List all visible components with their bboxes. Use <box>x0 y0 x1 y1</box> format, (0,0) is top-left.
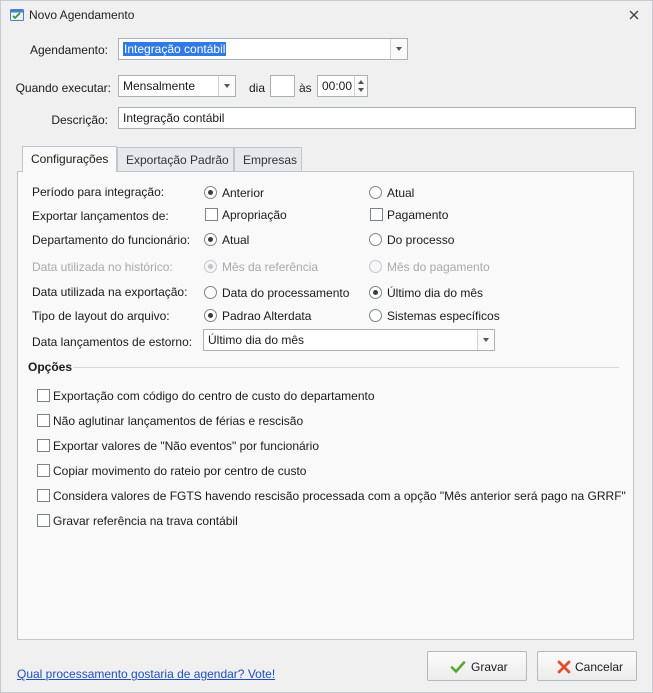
radio-departamento-processo[interactable] <box>369 233 382 246</box>
checkbox-opcao-nao-aglutinar[interactable] <box>37 414 50 427</box>
descricao-value: Integração contábil <box>123 111 225 125</box>
estorno-combo[interactable]: Último dia do mês <box>203 329 495 351</box>
radio-periodo-anterior[interactable] <box>204 186 217 199</box>
as-label: às <box>299 81 312 95</box>
departamento-atual-label: Atual <box>222 233 250 247</box>
dialog-window: Novo Agendamento Agendamento: Integração… <box>0 0 653 693</box>
agendamento-value: Integração contábil <box>123 42 227 56</box>
radio-periodo-atual[interactable] <box>369 186 382 199</box>
title-bar: Novo Agendamento <box>1 1 652 29</box>
opcoes-divider <box>73 367 619 368</box>
tab-configuracoes[interactable]: Configurações <box>22 146 117 172</box>
padrao-alterdata-label: Padrao Alterdata <box>222 309 312 323</box>
spin-down-icon[interactable] <box>358 88 364 92</box>
tab-label: Empresas <box>243 153 298 167</box>
checkbox-opcao-rateio[interactable] <box>37 464 50 477</box>
estorno-value: Último dia do mês <box>208 333 305 347</box>
checkbox-opcao-trava-contabil[interactable] <box>37 514 50 527</box>
hora-value: 00:00 <box>322 79 353 93</box>
cancel-button-label: Cancelar <box>575 660 624 674</box>
cross-icon <box>557 660 571 674</box>
apropriacao-label: Apropriação <box>222 208 287 222</box>
agendamento-combo[interactable]: Integração contábil <box>118 38 408 60</box>
checkbox-opcao-centro-custo[interactable] <box>37 389 50 402</box>
opcao-trava-contabil-label: Gravar referência na trava contábil <box>53 514 238 528</box>
opcao-nao-aglutinar-label: Não aglutinar lançamentos de férias e re… <box>53 414 304 428</box>
app-icon <box>10 9 24 21</box>
pagamento-label: Pagamento <box>387 208 449 222</box>
hora-input[interactable]: 00:00 <box>317 75 368 97</box>
quando-executar-label: Quando executar: <box>15 81 111 95</box>
data-historico-label: Data utilizada no histórico: <box>32 260 173 274</box>
radio-mes-pagamento <box>369 260 382 273</box>
window-title: Novo Agendamento <box>29 8 135 22</box>
radio-mes-referencia <box>204 260 217 273</box>
tab-exportacao-padrao[interactable]: Exportação Padrão <box>117 147 234 172</box>
mes-referencia-label: Mês da referência <box>222 260 319 274</box>
opcoes-heading: Opções <box>28 360 73 374</box>
opcao-fgts-label: Considera valores de FGTS havendo rescis… <box>53 489 626 503</box>
tab-label: Configurações <box>31 152 109 166</box>
checkmark-icon <box>450 661 466 673</box>
chevron-down-icon[interactable] <box>477 330 494 350</box>
tab-empresas[interactable]: Empresas <box>234 147 302 172</box>
vote-link[interactable]: Qual processamento gostaria de agendar? … <box>17 667 275 681</box>
time-spinner[interactable] <box>354 76 367 96</box>
opcao-centro-custo-label: Exportação com código do centro de custo… <box>53 389 375 403</box>
periodo-label: Período para integração: <box>32 185 165 199</box>
checkbox-apropriacao[interactable] <box>205 208 218 221</box>
radio-data-processamento[interactable] <box>204 286 217 299</box>
ultimo-dia-mes-label: Último dia do mês <box>387 286 484 300</box>
radio-ultimo-dia-mes[interactable] <box>369 286 382 299</box>
checkbox-opcao-fgts[interactable] <box>37 489 50 502</box>
data-exportacao-label: Data utilizada na exportação: <box>32 285 188 299</box>
save-button[interactable]: Gravar <box>427 651 527 681</box>
exportar-lancamentos-label: Exportar lançamentos de: <box>32 209 169 223</box>
departamento-processo-label: Do processo <box>387 233 455 247</box>
frequencia-combo[interactable]: Mensalmente <box>118 75 236 97</box>
chevron-down-icon[interactable] <box>390 39 407 59</box>
descricao-label: Descrição: <box>51 113 108 127</box>
save-button-label: Gravar <box>471 660 508 674</box>
radio-departamento-atual[interactable] <box>204 233 217 246</box>
cancel-button[interactable]: Cancelar <box>537 651 637 681</box>
checkbox-pagamento[interactable] <box>370 208 383 221</box>
descricao-input[interactable]: Integração contábil <box>118 107 636 129</box>
frequencia-value: Mensalmente <box>123 79 196 93</box>
periodo-atual-label: Atual <box>387 186 415 200</box>
tipo-layout-label: Tipo de layout do arquivo: <box>32 309 170 323</box>
spin-up-icon[interactable] <box>358 80 364 84</box>
departamento-label: Departamento do funcionário: <box>32 233 191 247</box>
checkbox-opcao-nao-eventos[interactable] <box>37 439 50 452</box>
close-icon[interactable] <box>626 7 642 23</box>
tab-label: Exportação Padrão <box>126 153 229 167</box>
dia-label: dia <box>249 81 266 95</box>
chevron-down-icon[interactable] <box>218 76 235 96</box>
opcao-rateio-label: Copiar movimento do rateio por centro de… <box>53 464 307 478</box>
sistemas-especificos-label: Sistemas específicos <box>387 309 500 323</box>
agendamento-label: Agendamento: <box>29 43 108 57</box>
radio-sistemas-especificos[interactable] <box>369 309 382 322</box>
estorno-label: Data lançamentos de estorno: <box>32 335 193 349</box>
periodo-anterior-label: Anterior <box>222 186 265 200</box>
opcao-nao-eventos-label: Exportar valores de "Não eventos" por fu… <box>53 439 319 453</box>
mes-pagamento-label: Mês do pagamento <box>387 260 490 274</box>
radio-padrao-alterdata[interactable] <box>204 309 217 322</box>
dia-input[interactable] <box>270 75 295 97</box>
data-processamento-label: Data do processamento <box>222 286 350 300</box>
